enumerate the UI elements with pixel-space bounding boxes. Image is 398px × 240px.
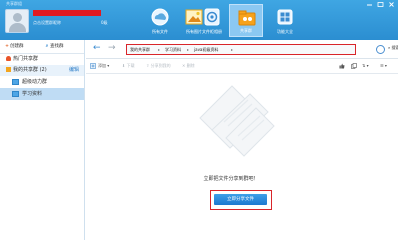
share-files-button[interactable]: 立即分享文件 [214,194,267,205]
maximize-icon[interactable] [377,2,384,7]
edit-groups-button[interactable]: 编辑 [69,65,79,76]
add-button[interactable]: 添加 ▾ [98,63,109,69]
group-icon [12,90,19,97]
cloud-icon [150,7,170,27]
minimize-icon[interactable] [366,2,373,7]
create-group-button[interactable]: +创建群 [4,43,23,49]
forward-arrow-icon[interactable]: → [108,43,116,53]
find-group-button[interactable]: ⌕ 查找群 [44,43,64,49]
breadcrumb-separator: ▸ [187,47,190,52]
flame-icon [6,56,11,61]
sidebar: +创建群 ⌕ 查找群 热门共享群 我的共享群 (2) 编辑 超级动力群 学习资料 [0,40,85,240]
download-button[interactable]: ⬇ 下载 [122,63,135,69]
breadcrumb-separator: ▸ [231,47,234,52]
content-toolbar: 添加 ▾ ⬇ 下载 ⇪ 分享到我的 ✕ 删除 ⇅ ▾ ☰ ▾ [86,59,398,74]
upload-icon [90,63,96,69]
apps-icon [275,7,295,27]
avatar[interactable] [5,9,29,33]
sidebar-item-super-power[interactable]: 超级动力群 [0,76,84,88]
content-area: 立即把文件分享到群吧！ 立即分享文件 [86,74,398,240]
share-group-icon [237,8,257,28]
toolbar-share-group[interactable]: 共享群 [229,4,263,37]
sidebar-item-study-materials[interactable]: 学习资料 [0,88,84,100]
toolbar-cabinet-album[interactable]: 文件柜相册 [195,4,229,37]
refresh-icon[interactable] [376,45,385,54]
user-status[interactable]: 点击设置群昵称 [33,20,61,26]
share-to-mine-button[interactable]: ⇪ 分享到我的 [146,63,171,69]
share-button-highlight: 立即分享文件 [210,190,272,210]
toolbar-all-features[interactable]: 功能大全 [268,4,302,37]
title-banner: 共享群组 点击设置群昵称 0级 所有文件 所有图片 文件柜相册 共享群 功能大全 [0,0,398,40]
hot-groups-section[interactable]: 热门共享群 [0,54,84,65]
back-arrow-icon[interactable]: ← [93,43,101,53]
folder-icon [6,67,11,72]
breadcrumb-item[interactable]: 我的共享群 [130,47,150,53]
group-icon [12,78,19,85]
delete-button[interactable]: ✕ 删除 [182,63,195,69]
breadcrumb: 我的共享群 ▸ 学习资料 ▸ java初级资料 ▸ [126,44,356,55]
empty-state-prompt: 立即把文件分享到群吧！ [203,176,259,182]
window-title: 共享群组 [6,1,22,6]
cabinet-icon [202,7,222,27]
breadcrumb-separator: ▸ [158,47,161,52]
sidebar-toolbar: +创建群 ⌕ 查找群 [0,40,84,54]
navigation-bar: ← → 我的共享群 ▸ 学习资料 ▸ java初级资料 ▸ ⌕ 搜索 [86,40,398,59]
my-groups-section[interactable]: 我的共享群 (2) 编辑 [0,65,84,76]
breadcrumb-item[interactable]: 学习资料 [165,47,181,53]
username-redaction [33,10,101,16]
view-list-button[interactable]: ☰ ▾ [380,63,387,68]
toolbar-all-files[interactable]: 所有文件 [143,4,177,37]
search-button[interactable]: ⌕ 搜索 [388,45,398,51]
user-level: 0级 [101,20,108,25]
empty-documents-illustration [190,78,280,160]
close-icon[interactable] [388,2,395,7]
sort-button[interactable]: ⇅ ▾ [362,63,369,68]
breadcrumb-item[interactable]: java初级资料 [194,47,218,53]
copy-icon[interactable] [351,63,357,69]
thumbs-up-icon[interactable] [339,63,345,69]
